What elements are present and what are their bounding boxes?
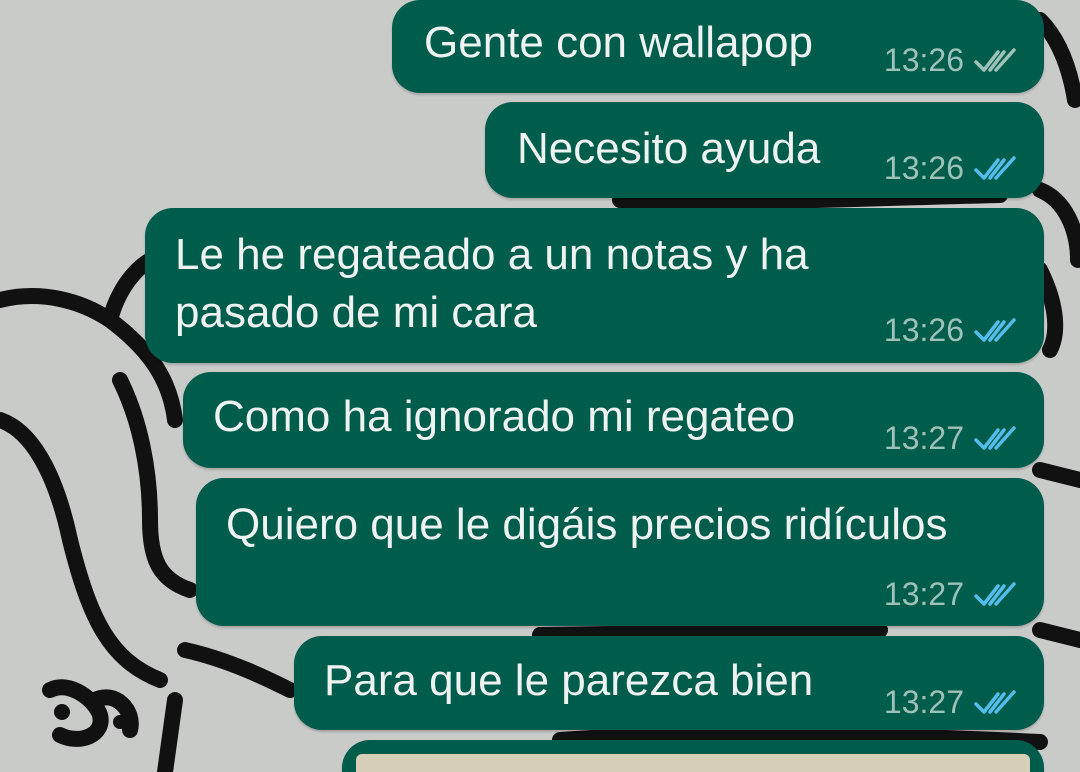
message-text: Le he regateado a un notas y ha pasado d… xyxy=(175,230,809,337)
double-check-icon xyxy=(974,317,1018,344)
message-meta: 13:26 xyxy=(884,150,1018,187)
double-check-icon xyxy=(974,155,1018,182)
message-bubble[interactable]: Gente con wallapop 13:26 xyxy=(392,0,1044,93)
image-thumbnail[interactable] xyxy=(356,754,1030,772)
message-meta: 13:26 xyxy=(884,312,1018,349)
message-text: Como ha ignorado mi regateo xyxy=(213,392,796,441)
message-bubble[interactable]: Necesito ayuda 13:26 xyxy=(485,102,1044,198)
message-time: 13:27 xyxy=(883,420,964,456)
message-bubble[interactable]: Para que le parezca bien 13:27 xyxy=(294,636,1044,730)
double-check-icon xyxy=(974,425,1018,452)
double-check-icon xyxy=(974,689,1018,716)
message-bubble[interactable]: Le he regateado a un notas y ha pasado d… xyxy=(145,208,1044,363)
message-meta: 13:26 xyxy=(884,42,1018,79)
message-bubble[interactable]: Quiero que le digáis precios ridículos 1… xyxy=(196,478,1044,626)
message-text: Para que le parezca bien xyxy=(324,656,814,705)
double-check-icon xyxy=(974,47,1018,74)
message-time: 13:26 xyxy=(883,312,964,348)
message-text: Necesito ayuda xyxy=(517,124,821,173)
media-message-bubble[interactable] xyxy=(342,740,1044,772)
double-check-icon xyxy=(974,581,1018,608)
message-time: 13:27 xyxy=(883,576,964,612)
message-time: 13:26 xyxy=(883,150,964,186)
message-meta: 13:27 xyxy=(884,684,1018,721)
message-text: Quiero que le digáis precios ridículos xyxy=(226,500,948,549)
message-bubble[interactable]: Como ha ignorado mi regateo 13:27 xyxy=(183,372,1044,468)
message-time: 13:26 xyxy=(883,42,964,78)
message-time: 13:27 xyxy=(883,684,964,720)
message-meta: 13:27 xyxy=(884,420,1018,457)
message-meta: 13:27 xyxy=(884,576,1018,613)
message-text: Gente con wallapop xyxy=(424,18,813,67)
